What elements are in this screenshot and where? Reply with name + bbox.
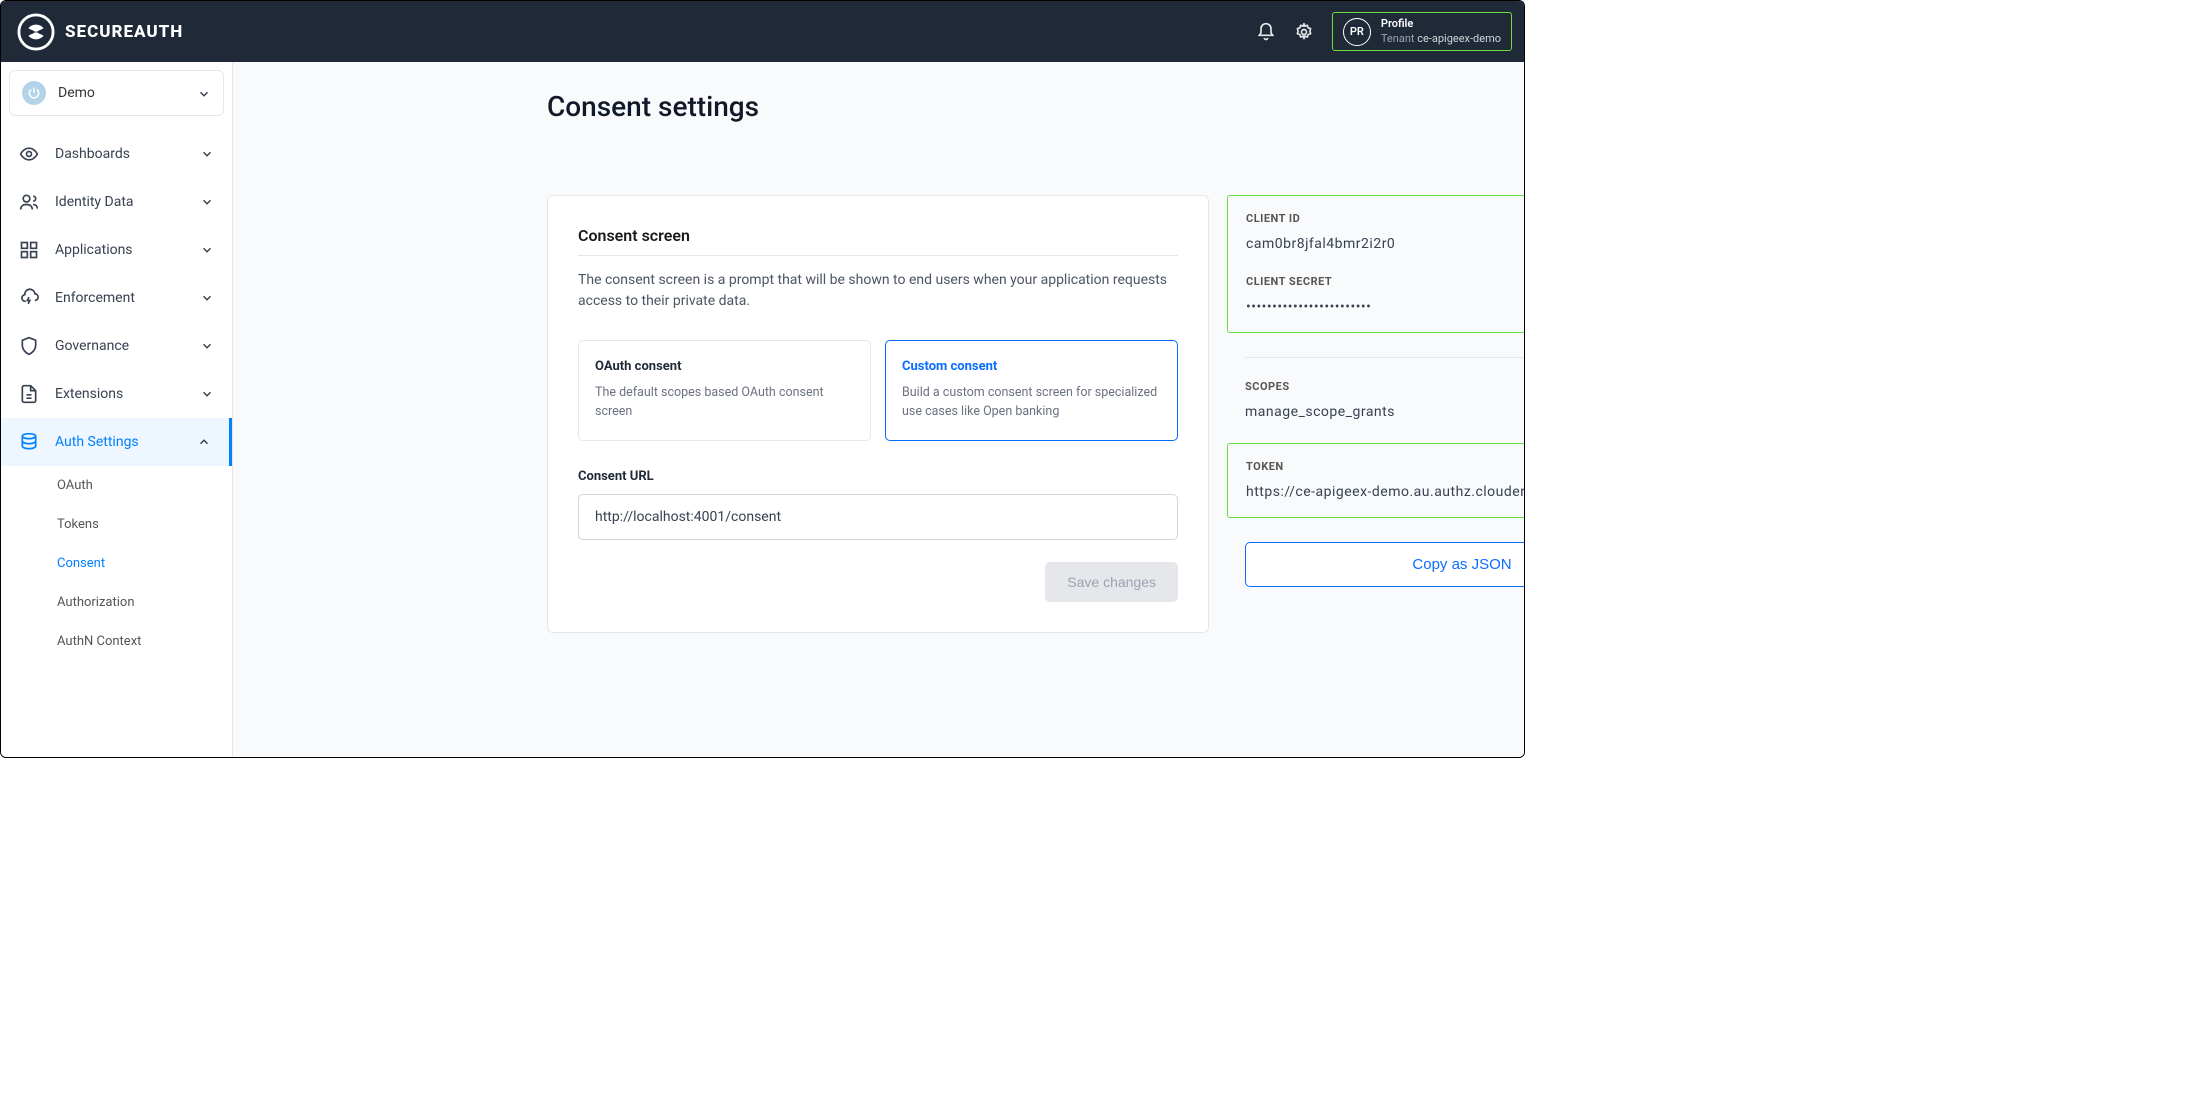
option-oauth-consent[interactable]: OAuth consent The default scopes based O… — [578, 340, 871, 441]
tenant-label: Tenant — [1381, 32, 1415, 45]
client-secret-value: •••••••••••••••••••••••• — [1246, 299, 1371, 315]
chevron-down-icon — [200, 195, 214, 209]
sidebar-item-label: Extensions — [55, 386, 184, 402]
bell-icon[interactable] — [1256, 22, 1276, 42]
client-secret-label: CLIENT SECRET — [1246, 275, 1524, 288]
consent-url-input[interactable] — [578, 494, 1178, 540]
power-icon — [22, 81, 46, 105]
subnav-oauth[interactable]: OAuth — [57, 466, 232, 505]
option-custom-consent[interactable]: Custom consent Build a custom consent sc… — [885, 340, 1178, 441]
bolt-cloud-icon — [19, 288, 39, 308]
subnav-authn-context[interactable]: AuthN Context — [57, 622, 232, 661]
sidebar-item-identity-data[interactable]: Identity Data — [1, 178, 232, 226]
sidebar-item-label: Dashboards — [55, 146, 184, 162]
sidebar-item-label: Identity Data — [55, 194, 184, 210]
brand-name: SECUREAUTH — [65, 22, 183, 42]
chevron-down-icon — [200, 243, 214, 257]
credentials-panel: CLIENT ID cam0br8jfal4bmr2i2r0 CLIENT SE… — [1227, 195, 1524, 587]
chevron-down-icon — [200, 339, 214, 353]
sidebar-item-label: Governance — [55, 338, 184, 354]
brand: SECUREAUTH — [17, 13, 183, 51]
document-icon — [19, 384, 39, 404]
section-desc: The consent screen is a prompt that will… — [578, 270, 1178, 312]
profile-menu[interactable]: PR Profile Tenant ce-apigeex-demo — [1332, 12, 1512, 51]
topbar: SECUREAUTH PR Profile Tenant ce-apigeex-… — [1, 1, 1524, 62]
client-credentials-box: CLIENT ID cam0br8jfal4bmr2i2r0 CLIENT SE… — [1227, 195, 1524, 333]
option-desc: Build a custom consent screen for specia… — [902, 384, 1161, 422]
divider — [578, 255, 1178, 256]
sidebar-item-extensions[interactable]: Extensions — [1, 370, 232, 418]
divider — [1245, 357, 1524, 358]
chevron-down-icon — [200, 291, 214, 305]
consent-url-label: Consent URL — [578, 469, 1178, 484]
sidebar: Demo Dashboards Identity Data — [1, 62, 233, 757]
shield-icon — [19, 336, 39, 356]
token-value: https://ce-apigeex-demo.au.authz.clouden… — [1246, 484, 1524, 500]
brand-logo-icon — [17, 13, 55, 51]
profile-label: Profile — [1381, 17, 1501, 31]
users-icon — [19, 192, 39, 212]
sidebar-item-applications[interactable]: Applications — [1, 226, 232, 274]
gear-icon[interactable] — [1294, 22, 1314, 42]
profile-text: Profile Tenant ce-apigeex-demo — [1381, 17, 1501, 46]
eye-icon — [19, 144, 39, 164]
scopes-block: SCOPES manage_scope_grants — [1227, 380, 1524, 443]
chevron-down-icon — [200, 147, 214, 161]
client-id-label: CLIENT ID — [1246, 212, 1524, 225]
subnav-consent[interactable]: Consent — [57, 544, 232, 583]
chevron-down-icon — [200, 387, 214, 401]
database-icon — [19, 432, 39, 452]
scopes-value: manage_scope_grants — [1245, 404, 1395, 420]
main: Consent settings Consent screen The cons… — [233, 62, 1524, 757]
chevron-up-icon — [197, 435, 211, 449]
option-title: Custom consent — [902, 359, 1161, 374]
subnav-tokens[interactable]: Tokens — [57, 505, 232, 544]
page-title: Consent settings — [547, 90, 1524, 123]
subnav-authorization[interactable]: Authorization — [57, 583, 232, 622]
consent-card: Consent screen The consent screen is a p… — [547, 195, 1209, 633]
sidebar-item-auth-settings[interactable]: Auth Settings — [1, 418, 232, 466]
workspace-name: Demo — [58, 85, 185, 101]
scopes-label: SCOPES — [1245, 380, 1524, 393]
sidebar-item-label: Enforcement — [55, 290, 184, 306]
sidebar-item-enforcement[interactable]: Enforcement — [1, 274, 232, 322]
sidebar-item-governance[interactable]: Governance — [1, 322, 232, 370]
tenant-name: ce-apigeex-demo — [1417, 32, 1501, 45]
nav: Dashboards Identity Data Applications En… — [1, 124, 232, 661]
sidebar-item-label: Auth Settings — [55, 434, 181, 450]
copy-as-json-button[interactable]: Copy as JSON — [1245, 542, 1524, 587]
token-box: TOKEN https://ce-apigeex-demo.au.authz.c… — [1227, 443, 1524, 518]
chevron-down-icon — [197, 86, 211, 100]
sidebar-item-label: Applications — [55, 242, 184, 258]
client-id-value: cam0br8jfal4bmr2i2r0 — [1246, 236, 1395, 252]
save-button[interactable]: Save changes — [1045, 562, 1178, 602]
subnav: OAuth Tokens Consent Authorization AuthN… — [1, 466, 232, 661]
grid-icon — [19, 240, 39, 260]
workspace-selector[interactable]: Demo — [9, 70, 224, 116]
option-title: OAuth consent — [595, 359, 854, 374]
section-title: Consent screen — [578, 226, 1178, 245]
option-desc: The default scopes based OAuth consent s… — [595, 384, 854, 422]
token-label: TOKEN — [1246, 460, 1524, 473]
avatar: PR — [1343, 18, 1371, 46]
sidebar-item-dashboards[interactable]: Dashboards — [1, 130, 232, 178]
